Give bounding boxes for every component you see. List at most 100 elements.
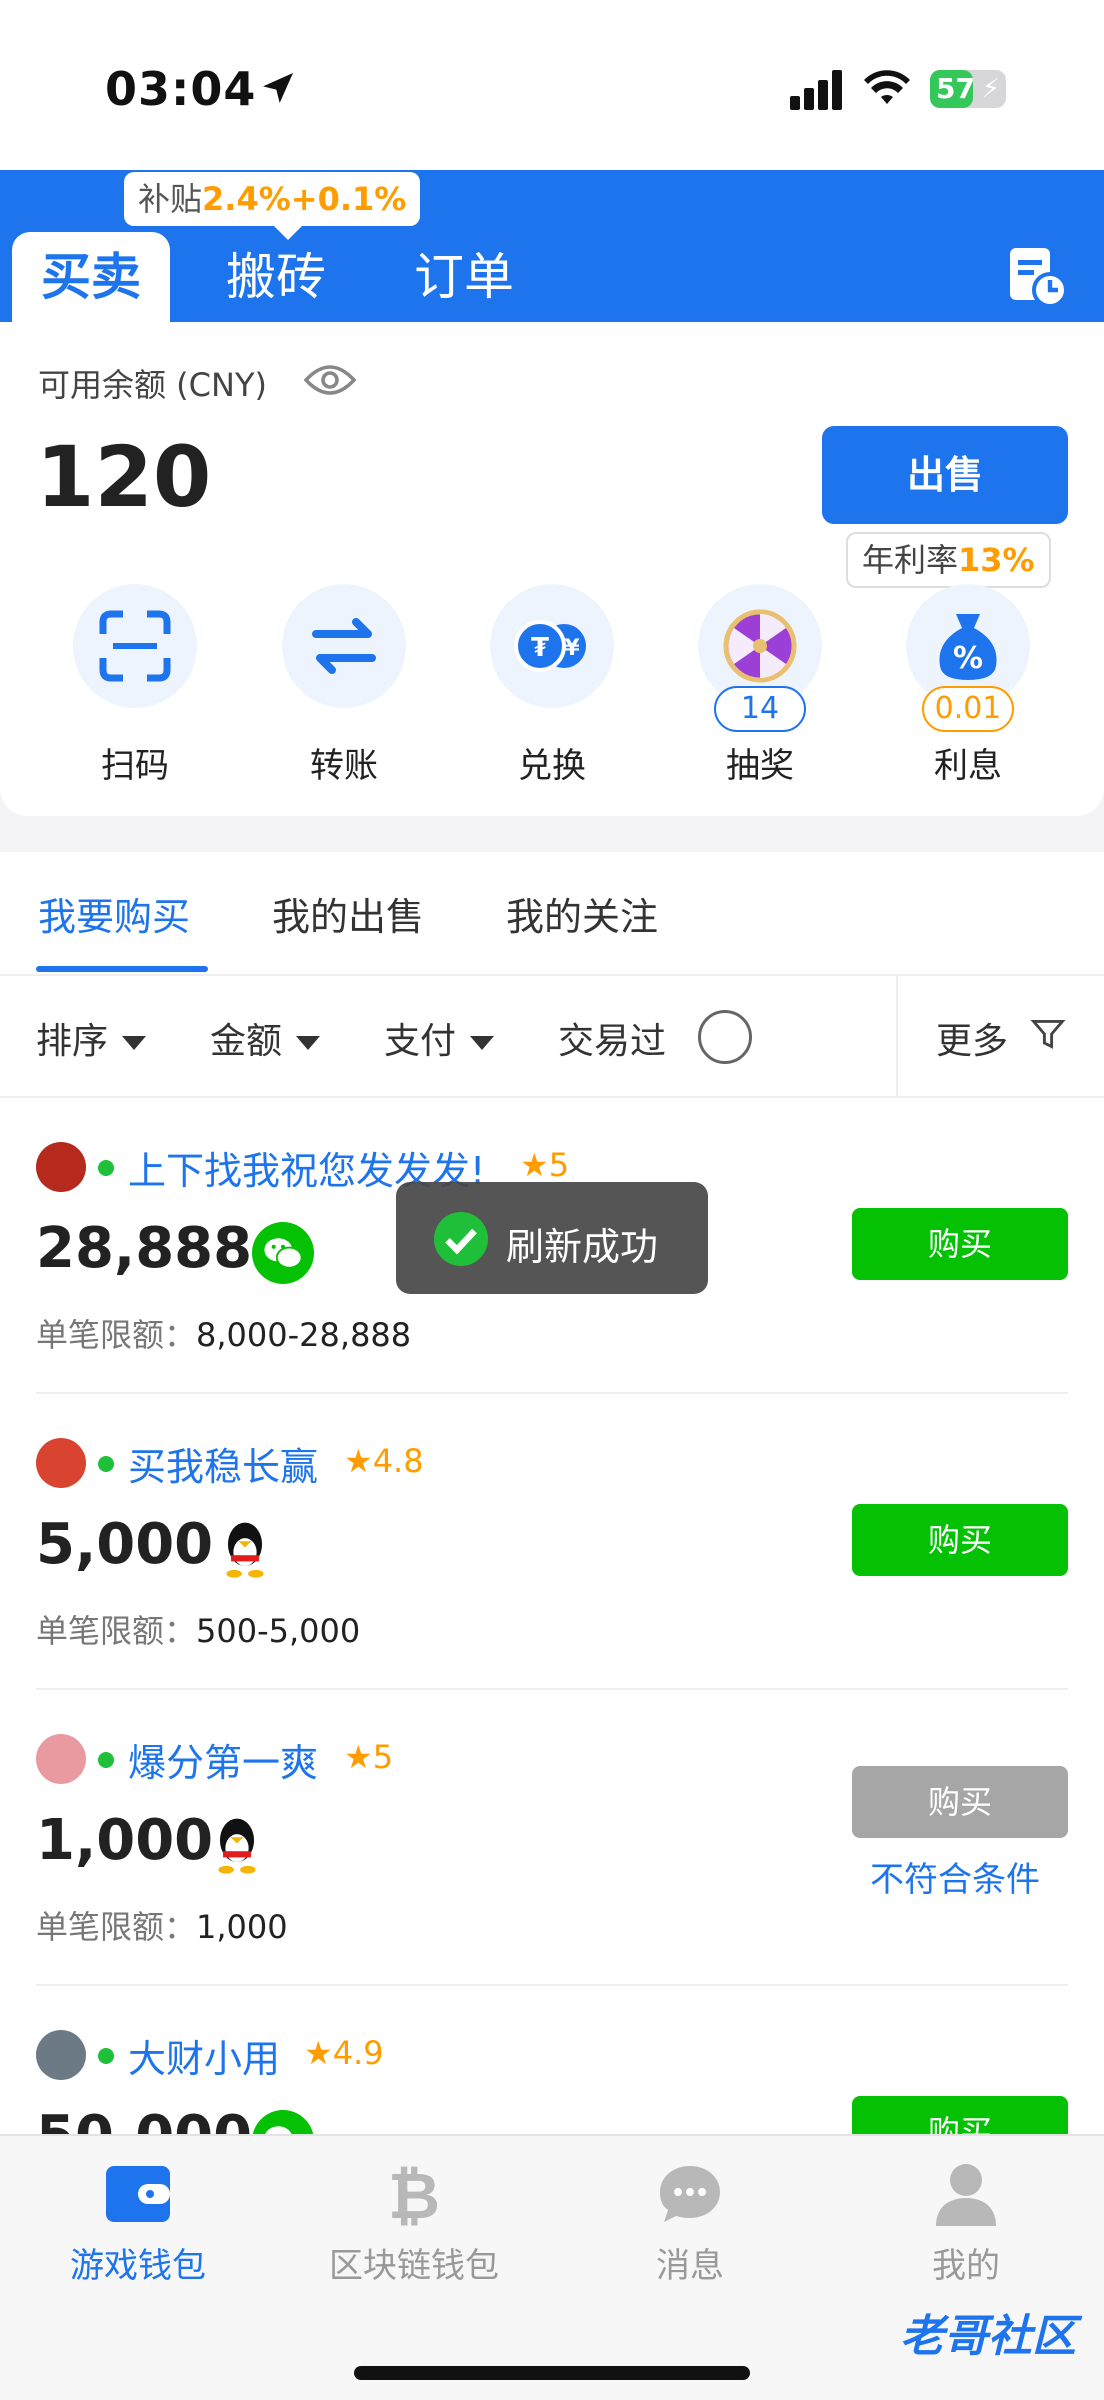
buy-button[interactable]: 购买 bbox=[852, 2096, 1068, 2134]
seller-rating: ★4.8 bbox=[344, 1442, 424, 1480]
rating-value: 4.8 bbox=[372, 1442, 424, 1480]
scan-icon bbox=[99, 610, 171, 682]
action-scan[interactable]: 扫码 bbox=[73, 584, 197, 787]
action-label: 转账 bbox=[310, 746, 378, 786]
home-indicator bbox=[354, 2366, 750, 2380]
qq-penguin-icon bbox=[226, 1522, 264, 1578]
limit-label: 单笔限额： bbox=[36, 1316, 197, 1354]
balance-amount: 120 bbox=[36, 428, 212, 526]
lottery-count-badge: 14 bbox=[714, 686, 806, 732]
interest-value-badge: 0.01 bbox=[922, 686, 1014, 732]
toast-message: 刷新成功 bbox=[506, 1225, 659, 1269]
star-icon: ★ bbox=[304, 2034, 333, 2072]
seller-avatar bbox=[36, 1734, 86, 1784]
transfer-icon bbox=[312, 618, 376, 674]
action-label: 兑换 bbox=[518, 746, 586, 786]
sell-button[interactable]: 出售 bbox=[822, 426, 1068, 524]
action-interest[interactable]: % 0.01 利息 bbox=[906, 584, 1030, 787]
nav-blockchain-wallet[interactable]: ₿ 区块链钱包 bbox=[276, 2158, 552, 2287]
filter-sort[interactable]: 排序 bbox=[36, 1012, 147, 1064]
battery-indicator: 57 ⚡ bbox=[930, 70, 1006, 108]
caret-down-icon bbox=[122, 1036, 147, 1050]
action-scan-circle bbox=[73, 584, 197, 708]
rate-value: 13% bbox=[958, 541, 1035, 579]
tab-brick-moving[interactable]: 搬砖 bbox=[226, 232, 326, 322]
annual-rate-tooltip: 年利率13% bbox=[846, 532, 1051, 588]
filter-payment[interactable]: 支付 bbox=[384, 1012, 495, 1064]
wallet-icon bbox=[106, 2166, 170, 2222]
wifi-icon bbox=[864, 70, 910, 104]
buy-button-disabled[interactable]: 购买 bbox=[852, 1766, 1068, 1838]
action-interest-circle: % 0.01 bbox=[906, 584, 1030, 732]
status-bar: 03:04 57 ⚡ bbox=[0, 0, 1104, 170]
wechat-pay-icon bbox=[252, 1222, 314, 1284]
limit-value: 500-5,000 bbox=[196, 1612, 361, 1650]
nav-label: 游戏钱包 bbox=[70, 2246, 206, 2286]
watermark-text: 老哥社区 bbox=[900, 2311, 1076, 2362]
nav-game-wallet[interactable]: 游戏钱包 bbox=[0, 2158, 276, 2287]
seller-name[interactable]: 爆分第一爽 bbox=[128, 1732, 318, 1787]
listing-row: 爆分第一爽 ★5 1,000 单笔限额：1,000 购买 不符合条件 bbox=[0, 1690, 1104, 1986]
tab-buy-sell[interactable]: 买卖 bbox=[12, 232, 170, 322]
subsidy-value: 2.4%+0.1% bbox=[202, 180, 407, 218]
filter-amount[interactable]: 金额 bbox=[210, 1012, 321, 1064]
action-lottery[interactable]: 14 抽奖 bbox=[698, 584, 822, 787]
filter-traded-label: 交易过 bbox=[558, 1021, 667, 1062]
action-label: 扫码 bbox=[101, 746, 169, 786]
limit-value: 8,000-28,888 bbox=[196, 1316, 412, 1354]
nav-messages[interactable]: 消息 bbox=[552, 2158, 828, 2287]
filter-amount-label: 金额 bbox=[210, 1021, 283, 1062]
filter-more-button[interactable]: 更多 bbox=[936, 1012, 1008, 1064]
action-lottery-circle: 14 bbox=[698, 584, 822, 732]
qq-penguin-icon bbox=[218, 1818, 256, 1874]
filter-payment-label: 支付 bbox=[384, 1021, 457, 1062]
action-exchange[interactable]: ₮ ¥ 兑换 bbox=[490, 584, 614, 787]
cellular-signal-icon bbox=[790, 70, 842, 110]
market-tabs: 我要购买 我的出售 我的关注 bbox=[0, 852, 1104, 976]
bitcoin-icon: ₿ bbox=[388, 2160, 440, 2234]
action-exchange-circle: ₮ ¥ bbox=[490, 584, 614, 708]
balance-label: 可用余额 (CNY) bbox=[38, 366, 267, 404]
single-limit: 单笔限额：500-5,000 bbox=[36, 1606, 360, 1652]
buy-button[interactable]: 购买 bbox=[852, 1504, 1068, 1576]
action-label: 利息 bbox=[934, 746, 1002, 786]
order-history-icon[interactable] bbox=[1004, 244, 1068, 308]
filter-divider bbox=[896, 976, 898, 1098]
listing-row: 买我稳长赢 ★4.8 5,000 单笔限额：500-5,000 购买 bbox=[0, 1394, 1104, 1690]
eye-icon[interactable] bbox=[304, 360, 356, 400]
seller-avatar bbox=[36, 2030, 86, 2080]
action-transfer-circle bbox=[282, 584, 406, 708]
seller-rating: ★5 bbox=[520, 1146, 569, 1184]
check-circle-icon bbox=[434, 1212, 488, 1266]
tab-orders[interactable]: 订单 bbox=[414, 232, 514, 322]
online-status-dot bbox=[98, 1456, 114, 1472]
seller-rating: ★4.9 bbox=[304, 2034, 384, 2072]
nav-profile[interactable]: 我的 bbox=[828, 2158, 1104, 2287]
charging-bolt-icon: ⚡ bbox=[981, 74, 1000, 104]
seller-name[interactable]: 买我稳长赢 bbox=[128, 1436, 318, 1491]
star-icon: ★ bbox=[344, 1738, 373, 1776]
nav-label: 区块链钱包 bbox=[329, 2246, 499, 2286]
seller-avatar bbox=[36, 1142, 86, 1192]
tab-my-sales[interactable]: 我的出售 bbox=[272, 886, 424, 941]
ineligible-notice: 不符合条件 bbox=[870, 1860, 1040, 1900]
rating-value: 5 bbox=[372, 1738, 394, 1776]
seller-name[interactable]: 大财小用 bbox=[128, 2028, 280, 2083]
seller-rating: ★5 bbox=[344, 1738, 393, 1776]
limit-label: 单笔限额： bbox=[36, 1908, 197, 1946]
caret-down-icon bbox=[470, 1036, 495, 1050]
single-limit: 单笔限额：1,000 bbox=[36, 1902, 288, 1948]
caret-down-icon bbox=[296, 1036, 321, 1050]
tab-i-want-to-buy[interactable]: 我要购买 bbox=[38, 886, 190, 941]
subsidy-prefix: 补贴 bbox=[138, 180, 203, 218]
lottery-wheel-icon bbox=[723, 609, 797, 683]
active-tab-underline bbox=[36, 966, 208, 972]
filter-funnel-icon[interactable] bbox=[1030, 1016, 1066, 1052]
svg-text:₮: ₮ bbox=[531, 633, 549, 663]
traded-toggle-radio[interactable] bbox=[698, 1010, 752, 1064]
tab-my-follows[interactable]: 我的关注 bbox=[506, 886, 658, 941]
buy-button[interactable]: 购买 bbox=[852, 1208, 1068, 1280]
online-status-dot bbox=[98, 1160, 114, 1176]
status-time: 03:04 bbox=[105, 62, 257, 116]
action-transfer[interactable]: 转账 bbox=[282, 584, 406, 787]
